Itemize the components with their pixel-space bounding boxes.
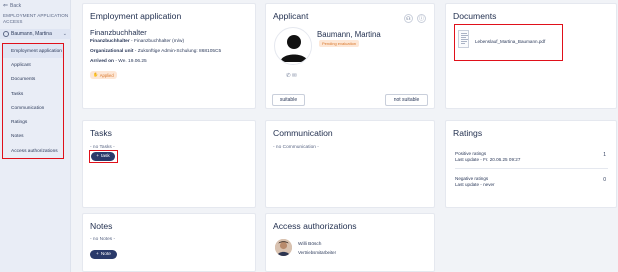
sidebar-item-label: Documents [11, 77, 36, 83]
chevron-down-icon: ⌄ [62, 31, 67, 37]
sidebar-item-label: Ratings [11, 120, 28, 126]
plus-icon: + [96, 154, 99, 159]
phone-icon[interactable]: ✆ [286, 73, 291, 79]
suitable-button[interactable]: suitable [272, 94, 305, 106]
authorized-person-name: Willi Bösch [298, 242, 322, 247]
applicant-name: Baumann, Martina [317, 30, 381, 39]
sidebar-item-applicant[interactable]: Applicant [3, 58, 63, 72]
ratings-card: Ratings Positive ratings Last update - F… [445, 120, 617, 208]
sidebar-item-label: Tasks [11, 91, 24, 97]
communication-empty: - no Communication - [273, 145, 319, 150]
communication-card: Communication - no Communication - [265, 120, 435, 208]
applicant-selector[interactable]: Baumann, Martina ⌄ [0, 29, 71, 39]
divider [455, 168, 608, 169]
org-unit-line: Organizational unit - Zukünftige Admin-S… [90, 49, 222, 54]
positive-ratings-update: Last update - Fr. 20.06.25 09:27 [455, 157, 521, 162]
arrived-value: We. 19.06.25 [118, 59, 147, 64]
not-suitable-button[interactable]: not suitable [385, 94, 428, 106]
sidebar: ⇐ Back EMPLOYMENT APPLICATION ACCESS Bau… [0, 0, 71, 272]
org-unit-label: Organizational unit [90, 49, 134, 54]
sidebar-item-documents[interactable]: Documents [3, 73, 63, 87]
sidebar-item-tasks[interactable]: Tasks [3, 87, 63, 101]
sidebar-item-label: Applicant [11, 62, 31, 68]
negative-ratings-update: Last update - never [455, 182, 495, 187]
sidebar-item-ratings[interactable]: Ratings [3, 115, 63, 129]
sidebar-item-label: Employment application [11, 48, 62, 54]
card-title: Notes [90, 221, 113, 231]
notes-card: Notes - no Notes - + Note [82, 213, 256, 272]
user-icon [3, 31, 9, 37]
applicant-actions: ☊ ⓘ [404, 14, 426, 23]
info-icon[interactable]: ⓘ [417, 14, 426, 23]
position-value: Finanzbuchhalter (m/w) [133, 39, 185, 44]
positive-ratings[interactable]: Positive ratings Last update - Fr. 20.06… [455, 151, 520, 163]
employment-application-card: Employment application Finanzbuchhalter … [82, 3, 256, 109]
hand-icon: ✋ [93, 72, 99, 77]
contact-icons: ✆ ✉ [286, 73, 297, 79]
documents-card: Documents Lebenslauf_Martina_Baumann.pdf [445, 3, 617, 109]
negative-ratings[interactable]: Negative ratings Last update - never [455, 176, 495, 188]
position-line: Finanzbuchhalter - Finanzbuchhalter (m/w… [90, 39, 185, 44]
card-title: Ratings [453, 128, 483, 138]
applicant-avatar [274, 27, 312, 65]
status-badge: Pending evaluation [319, 40, 360, 47]
add-task-highlight: + task [89, 150, 118, 163]
card-title: Employment application [90, 11, 182, 21]
arrived-label: Arrived on [90, 59, 114, 64]
applicant-selector-name: Baumann, Martina [11, 31, 52, 37]
add-note-button[interactable]: + Note [90, 250, 117, 259]
arrow-left-icon: ⇐ [3, 3, 9, 9]
status-badge: ✋ Applied [90, 71, 117, 79]
back-link[interactable]: ⇐ Back [3, 2, 22, 10]
arrived-line: Arrived on - We. 19.06.25 [90, 59, 147, 64]
applicant-card: Applicant ☊ ⓘ Baumann, Martina Pending e… [265, 3, 435, 109]
access-authorizations-card: Access authorizations Willi Bösch Vertri… [265, 213, 435, 272]
mail-icon[interactable]: ✉ [292, 73, 297, 79]
avatar [275, 239, 292, 256]
person-silhouette-icon [276, 29, 311, 64]
sidebar-nav: Employment application Applicant Documen… [2, 43, 64, 159]
person-photo-icon [275, 239, 292, 256]
plus-icon: + [96, 252, 99, 257]
card-title: Access authorizations [273, 221, 357, 231]
add-task-label: task [101, 154, 110, 159]
section-title: EMPLOYMENT APPLICATION ACCESS [3, 13, 69, 24]
notes-empty: - no Notes - [90, 237, 116, 242]
pdf-thumbnail-icon [458, 30, 469, 48]
position-title: Finanzbuchhalter [90, 28, 147, 37]
authorized-person-role: Vertriebsmitarbeiter [298, 250, 337, 255]
negative-ratings-count: 0 [603, 177, 606, 183]
sidebar-item-label: Notes [11, 134, 24, 140]
add-task-button[interactable]: + task [91, 152, 115, 161]
org-unit-value: Zukünftige Admin-Schulung: 868105C5 [137, 49, 222, 54]
positive-ratings-count: 1 [603, 152, 606, 158]
tasks-card: Tasks - no Tasks - + task [82, 120, 256, 208]
sidebar-item-label: Communication [11, 105, 45, 111]
card-title: Tasks [90, 128, 112, 138]
add-note-label: Note [100, 252, 111, 257]
sidebar-item-communication[interactable]: Communication [3, 101, 63, 115]
card-title: Communication [273, 128, 333, 138]
status-badge-label: Applied [99, 72, 114, 78]
document-name: Lebenslauf_Martina_Baumann.pdf [475, 39, 546, 44]
document-item[interactable]: Lebenslauf_Martina_Baumann.pdf [454, 24, 563, 61]
card-title: Applicant [273, 11, 309, 21]
sidebar-item-access-authorizations[interactable]: Access authorizations [3, 144, 63, 158]
back-label: Back [10, 2, 22, 9]
headset-icon[interactable]: ☊ [404, 14, 413, 23]
card-title: Documents [453, 11, 497, 21]
position-label: Finanzbuchhalter [90, 39, 130, 44]
sidebar-item-employment-application[interactable]: Employment application [3, 44, 63, 59]
sidebar-item-notes[interactable]: Notes [3, 130, 63, 144]
sidebar-item-label: Access authorizations [11, 148, 58, 154]
